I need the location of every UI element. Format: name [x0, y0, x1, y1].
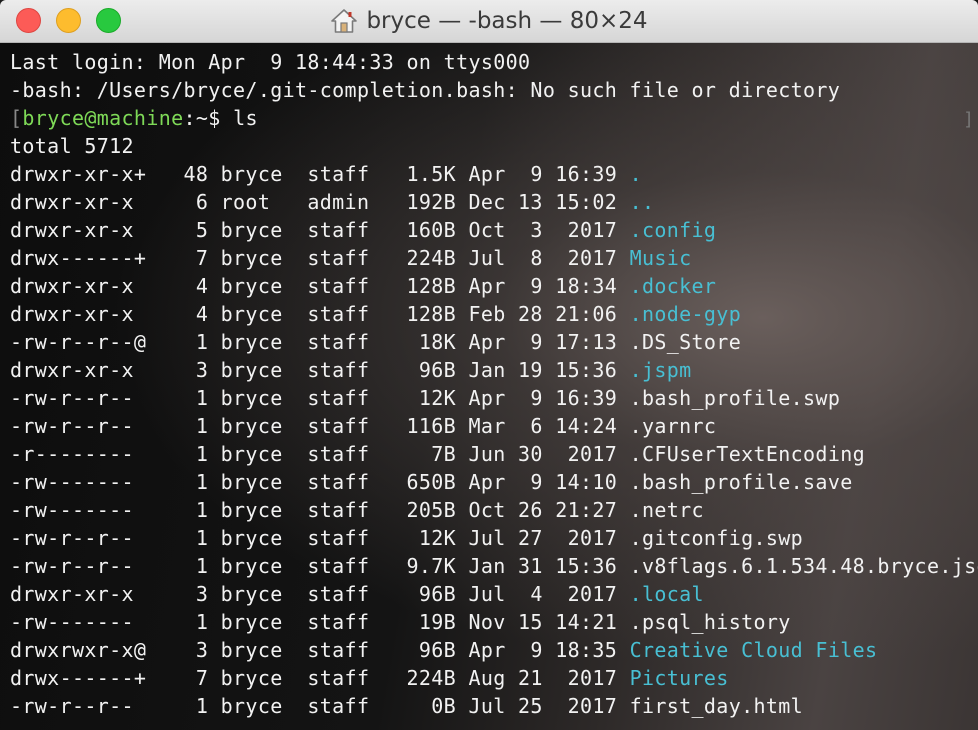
close-button[interactable] [16, 8, 41, 33]
file-name: .gitconfig.swp [629, 526, 804, 550]
directory-name: .node-gyp [629, 302, 742, 326]
entry-meta: -rw-r--r-- 1 bryce staff 9.7K Jan 31 15:… [10, 554, 630, 578]
ls-entry: drwxr-xr-x 4 bryce staff 128B Feb 28 21:… [10, 300, 978, 328]
entry-meta: -rw------- 1 bryce staff 205B Oct 26 21:… [10, 498, 630, 522]
file-name: .psql_history [629, 610, 791, 634]
ls-entry: -rw-r--r-- 1 bryce staff 116B Mar 6 14:2… [10, 412, 978, 440]
ls-entry: drwx------+ 7 bryce staff 224B Jul 8 201… [10, 244, 978, 272]
ls-listing: drwxr-xr-x+ 48 bryce staff 1.5K Apr 9 16… [10, 160, 978, 720]
entry-meta: -rw-r--r-- 1 bryce staff 0B Jul 25 2017 [10, 694, 630, 718]
ls-entry: -rw------- 1 bryce staff 205B Oct 26 21:… [10, 496, 978, 524]
entry-meta: drwxr-xr-x 5 bryce staff 160B Oct 3 2017 [10, 218, 630, 242]
ls-entry: -rw-r--r-- 1 bryce staff 0B Jul 25 2017 … [10, 692, 978, 720]
ls-entry: -rw-r--r-- 1 bryce staff 12K Apr 9 16:39… [10, 384, 978, 412]
last-login-line: Last login: Mon Apr 9 18:44:33 on ttys00… [10, 50, 531, 74]
prompt-bracket-open: [ [10, 106, 23, 130]
directory-name: Pictures [629, 666, 729, 690]
ls-entry: -rw------- 1 bryce staff 19B Nov 15 14:2… [10, 608, 978, 636]
directory-name: .. [629, 190, 655, 214]
directory-name: Creative Cloud Files [629, 638, 878, 662]
total-line: total 5712 [10, 134, 134, 158]
file-name: .yarnrc [629, 414, 717, 438]
ls-entry: drwxr-xr-x 6 root admin 192B Dec 13 15:0… [10, 188, 978, 216]
entry-meta: drwxr-xr-x 4 bryce staff 128B Feb 28 21:… [10, 302, 630, 326]
home-icon [331, 9, 358, 33]
directory-name: .docker [629, 274, 717, 298]
prompt-line: [bryce@machine:~$ ls [10, 104, 978, 132]
window-title: bryce — -bash — 80×24 [330, 8, 648, 34]
entry-meta: -rw-r--r-- 1 bryce staff 116B Mar 6 14:2… [10, 414, 630, 438]
terminal-output[interactable]: Last login: Mon Apr 9 18:44:33 on ttys00… [0, 43, 978, 730]
entry-meta: -rw-r--r-- 1 bryce staff 12K Apr 9 16:39 [10, 386, 630, 410]
directory-name: .jspm [629, 358, 692, 382]
window-controls [16, 8, 121, 33]
entry-meta: -r-------- 1 bryce staff 7B Jun 30 2017 [10, 442, 630, 466]
title-bar[interactable]: bryce — -bash — 80×24 [0, 0, 978, 43]
entry-meta: drwxr-xr-x 3 bryce staff 96B Jan 19 15:3… [10, 358, 630, 382]
directory-name: . [629, 162, 642, 186]
prompt-bracket-close: ] [963, 109, 974, 130]
file-name: .bash_profile.save [629, 470, 853, 494]
entry-meta: drwxr-xr-x 4 bryce staff 128B Apr 9 18:3… [10, 274, 630, 298]
file-name: .DS_Store [629, 330, 742, 354]
file-name: .CFUserTextEncoding [629, 442, 865, 466]
directory-name: Music [629, 246, 692, 270]
error-line: -bash: /Users/bryce/.git-completion.bash… [10, 78, 841, 102]
entry-meta: -rw------- 1 bryce staff 650B Apr 9 14:1… [10, 470, 630, 494]
prompt-user: bryce@machine [22, 106, 184, 130]
entry-meta: drwxr-xr-x+ 48 bryce staff 1.5K Apr 9 16… [10, 162, 630, 186]
ls-entry: drwx------+ 7 bryce staff 224B Aug 21 20… [10, 664, 978, 692]
directory-name: .config [629, 218, 717, 242]
ls-entry: -r-------- 1 bryce staff 7B Jun 30 2017 … [10, 440, 978, 468]
ls-entry: -rw-r--r--@ 1 bryce staff 18K Apr 9 17:1… [10, 328, 978, 356]
file-name: first_day.html [629, 694, 804, 718]
directory-name: .local [629, 582, 704, 606]
ls-entry: -rw-r--r-- 1 bryce staff 12K Jul 27 2017… [10, 524, 978, 552]
ls-entry: drwxr-xr-x 4 bryce staff 128B Apr 9 18:3… [10, 272, 978, 300]
ls-entry: -rw------- 1 bryce staff 650B Apr 9 14:1… [10, 468, 978, 496]
prompt-command: :~$ ls [183, 106, 258, 130]
file-name: .netrc [629, 498, 704, 522]
entry-meta: drwxr-xr-x 3 bryce staff 96B Jul 4 2017 [10, 582, 630, 606]
entry-meta: -rw-r--r-- 1 bryce staff 12K Jul 27 2017 [10, 526, 630, 550]
ls-entry: drwxr-xr-x 3 bryce staff 96B Jan 19 15:3… [10, 356, 978, 384]
ls-entry: drwxrwxr-x@ 3 bryce staff 96B Apr 9 18:3… [10, 636, 978, 664]
entry-meta: drwx------+ 7 bryce staff 224B Jul 8 201… [10, 246, 630, 270]
ls-entry: drwxr-xr-x+ 48 bryce staff 1.5K Apr 9 16… [10, 160, 978, 188]
file-name: .v8flags.6.1.534.48.bryce.json [629, 554, 978, 578]
window-title-text: bryce — -bash — 80×24 [366, 8, 648, 34]
terminal-window: bryce — -bash — 80×24 Last login: Mon Ap… [0, 0, 978, 730]
minimize-button[interactable] [56, 8, 81, 33]
entry-meta: -rw-r--r--@ 1 bryce staff 18K Apr 9 17:1… [10, 330, 630, 354]
ls-entry: -rw-r--r-- 1 bryce staff 9.7K Jan 31 15:… [10, 552, 978, 580]
entry-meta: drwx------+ 7 bryce staff 224B Aug 21 20… [10, 666, 630, 690]
entry-meta: drwxrwxr-x@ 3 bryce staff 96B Apr 9 18:3… [10, 638, 630, 662]
ls-entry: drwxr-xr-x 3 bryce staff 96B Jul 4 2017 … [10, 580, 978, 608]
entry-meta: drwxr-xr-x 6 root admin 192B Dec 13 15:0… [10, 190, 630, 214]
zoom-button[interactable] [96, 8, 121, 33]
entry-meta: -rw------- 1 bryce staff 19B Nov 15 14:2… [10, 610, 630, 634]
file-name: .bash_profile.swp [629, 386, 841, 410]
ls-entry: drwxr-xr-x 5 bryce staff 160B Oct 3 2017… [10, 216, 978, 244]
